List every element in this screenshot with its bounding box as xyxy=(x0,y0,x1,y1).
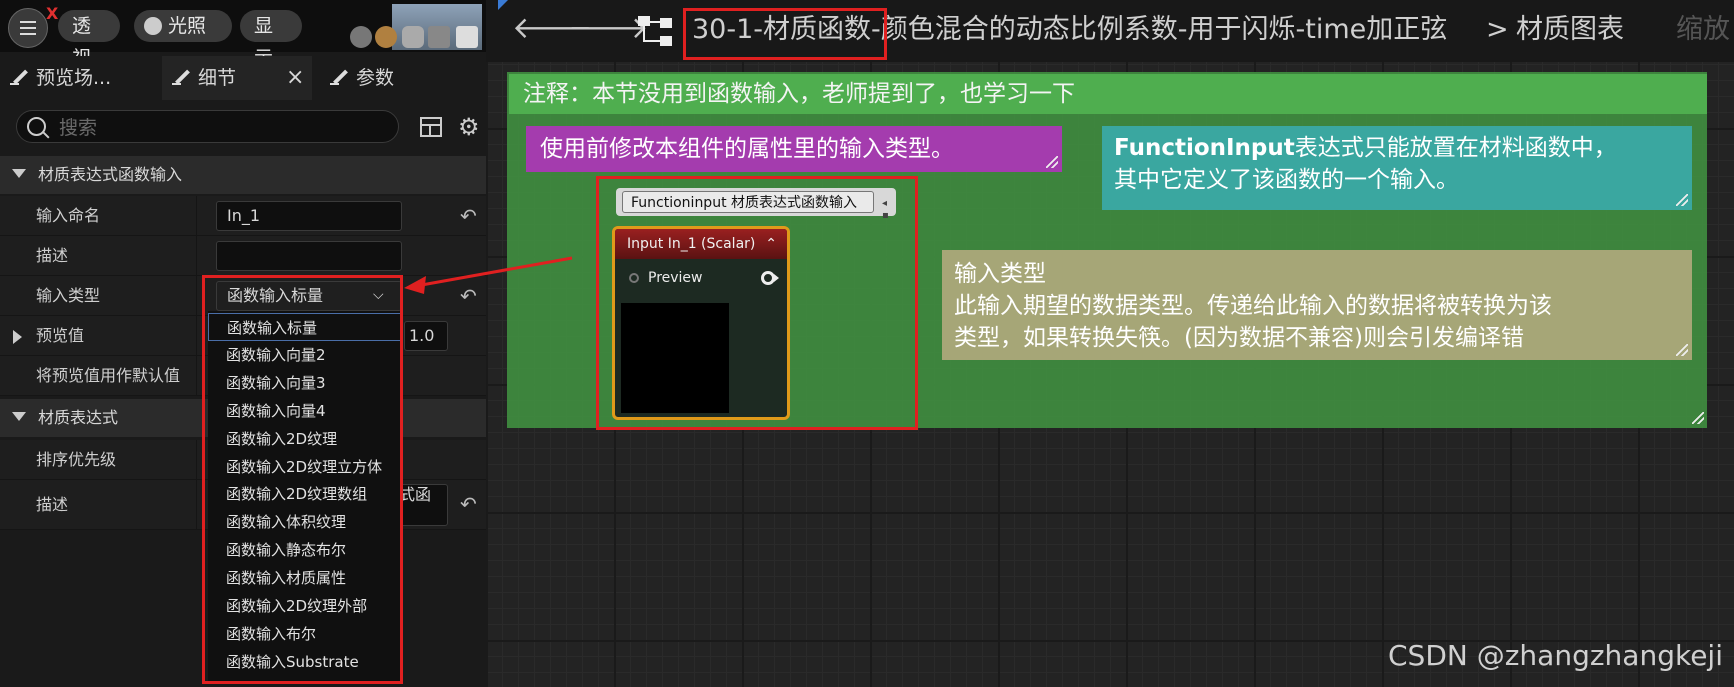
lit-label: 光照 xyxy=(168,15,207,37)
axis-x-icon: X xyxy=(46,4,59,23)
tab-label: 参数 xyxy=(356,67,395,89)
section-title: 材质表达式 xyxy=(38,408,119,427)
tab-label: 预览场... xyxy=(36,67,112,89)
preview-value-label: 预览值 xyxy=(36,326,85,345)
row-input-name: 输入命名 In_1 ↶ xyxy=(0,196,486,236)
resize-grip-icon[interactable] xyxy=(1046,156,1058,168)
description-label: 描述 xyxy=(36,246,69,265)
note-text: 此输入期望的数据类型。传递给此输入的数据将被转换为该 xyxy=(954,293,1552,319)
note-text: 其中它定义了该函数的一个输入。 xyxy=(1114,167,1459,193)
reset-icon[interactable]: ↶ xyxy=(460,494,480,514)
section-title: 材质表达式函数输入 xyxy=(38,165,183,184)
note-bold-text: FunctionInput xyxy=(1114,135,1295,161)
watermark: CSDN @zhangzhangkeji xyxy=(1388,639,1723,672)
search-input[interactable] xyxy=(57,111,391,144)
search-icon xyxy=(27,117,46,136)
input-type-label: 输入类型 xyxy=(36,286,101,305)
annotation-arrow xyxy=(404,256,573,294)
pencil-icon xyxy=(330,68,348,86)
tab-parameters[interactable]: 参数 xyxy=(330,56,480,100)
preview-value-field[interactable]: 1.0 xyxy=(404,321,448,351)
preview-custom-mesh-icon[interactable] xyxy=(456,26,478,48)
section-function-input[interactable]: 材质表达式函数输入 xyxy=(0,156,486,194)
comment-note-khaki[interactable]: 输入类型 此输入期望的数据类型。传递给此输入的数据将被转换为该 类型，如果转换失… xyxy=(942,250,1692,360)
resize-grip-icon[interactable] xyxy=(1676,344,1688,356)
resize-grip-icon[interactable] xyxy=(1676,194,1688,206)
note-heading: 输入类型 xyxy=(954,261,1046,287)
tab-close-icon[interactable]: × xyxy=(286,56,304,100)
input-name-field[interactable]: In_1 xyxy=(216,201,402,231)
note-text: 表达式只能放置在材料函数中， xyxy=(1294,135,1617,161)
graph-hierarchy-icon[interactable] xyxy=(638,16,672,46)
reset-icon[interactable]: ↶ xyxy=(460,206,480,226)
breadcrumb-material-graph[interactable]: 材质图表 xyxy=(1516,12,1624,48)
tab-preview-scene[interactable]: 预览场... xyxy=(10,56,160,100)
search-box xyxy=(16,110,399,144)
breadcrumb-separator: > xyxy=(1486,14,1509,45)
expand-arrow-icon[interactable] xyxy=(13,329,22,348)
corner-marker-icon xyxy=(498,0,508,10)
comment-note-purple[interactable]: 使用前修改本组件的属性里的输入类型。 xyxy=(526,126,1062,172)
table-view-icon[interactable] xyxy=(420,117,442,137)
viewport-menu-button[interactable] xyxy=(8,8,48,48)
lit-button[interactable]: 光照 xyxy=(134,10,232,42)
preview-plane-icon[interactable] xyxy=(402,26,424,48)
preview-cube-icon[interactable] xyxy=(428,26,450,48)
sort-priority-label: 排序优先级 xyxy=(36,450,117,469)
tab-label: 细节 xyxy=(198,67,237,89)
description-field[interactable] xyxy=(216,241,402,271)
resize-grip-icon[interactable] xyxy=(1692,412,1704,424)
highlight-title xyxy=(683,8,887,60)
lit-icon xyxy=(144,17,162,35)
zoom-label: 缩放 xyxy=(1676,14,1730,45)
description2-label: 描述 xyxy=(36,495,69,514)
preview-sphere-icon[interactable] xyxy=(375,26,397,48)
pencil-icon xyxy=(172,68,190,86)
highlight-node xyxy=(596,176,918,430)
highlight-dropdown xyxy=(202,275,403,684)
input-name-label: 输入命名 xyxy=(36,206,101,225)
note-text: 类型，如果转换失筷。(因为数据不兼容)则会引发编译错 xyxy=(954,325,1524,351)
gear-icon[interactable]: ⚙ xyxy=(458,115,482,139)
comment-title: 注释：本节没用到函数输入，老师提到了，也学习一下 xyxy=(509,74,1707,114)
forward-arrow-icon[interactable]: 🡒 xyxy=(568,14,648,44)
tab-details[interactable]: 细节 × xyxy=(162,56,312,100)
show-button[interactable]: 显示 xyxy=(240,10,302,69)
comment-note-teal[interactable]: FunctionInput表达式只能放置在材料函数中， 其中它定义了该函数的一个… xyxy=(1102,126,1692,210)
pencil-icon xyxy=(10,68,28,86)
perspective-button[interactable]: 透视 xyxy=(58,10,120,69)
collapse-arrow-icon xyxy=(12,169,26,178)
preview-cylinder-icon[interactable] xyxy=(350,26,372,48)
use-preview-default-label: 将预览值用作默认值 xyxy=(36,366,181,385)
collapse-arrow-icon xyxy=(12,412,26,421)
note-text: 使用前修改本组件的属性里的输入类型。 xyxy=(540,136,954,162)
